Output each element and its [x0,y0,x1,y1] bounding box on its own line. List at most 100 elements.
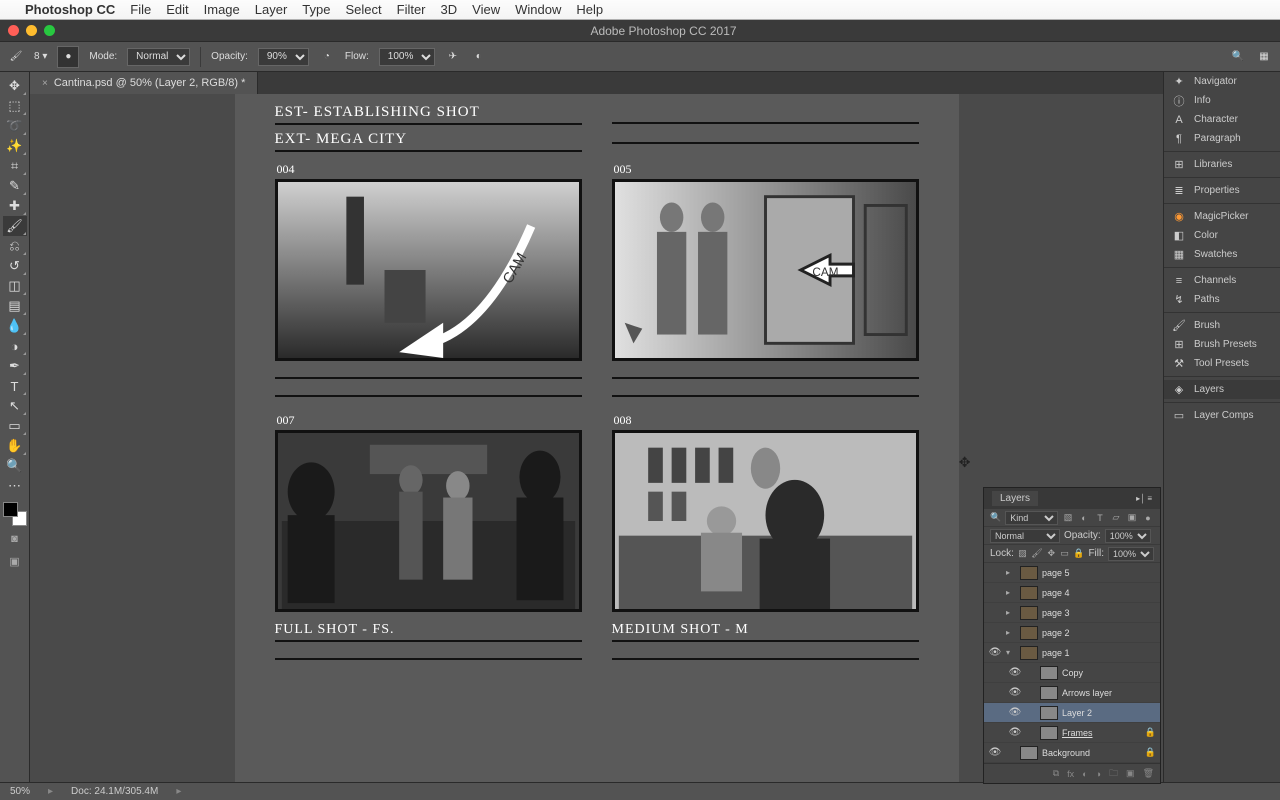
heal-tool-icon[interactable]: ✚ [3,196,27,216]
visibility-icon[interactable]: 👁 [1008,707,1022,718]
menu-window[interactable]: Window [515,2,561,17]
blur-tool-icon[interactable]: 💧 [3,316,27,336]
expand-icon[interactable]: ▾ [1006,648,1016,657]
visibility-icon[interactable]: 👁 [1008,727,1022,738]
panel-properties[interactable]: ≣Properties [1164,181,1280,200]
doc-info[interactable]: Doc: 24.1M/305.4M [71,786,158,797]
move-tool-icon[interactable]: ✥ [3,76,27,96]
layer-row[interactable]: ▸page 5 [984,563,1160,583]
screenmode-icon[interactable]: ▣ [3,552,27,570]
expand-icon[interactable]: ▸ [1006,588,1016,597]
menu-3d[interactable]: 3D [441,2,458,17]
path-tool-icon[interactable]: ↖ [3,396,27,416]
panel-layer-comps[interactable]: ▭Layer Comps [1164,406,1280,425]
brush-size-dropdown[interactable]: 8 ▾ [34,51,47,62]
panel-layers[interactable]: ◈Layers [1164,380,1280,399]
filter-toggle-icon[interactable]: ● [1142,512,1154,524]
layers-panel-header[interactable]: Layers ▸│ ≡ [984,488,1160,509]
layer-row[interactable]: 👁 Copy [984,663,1160,683]
menu-type[interactable]: Type [302,2,330,17]
close-tab-icon[interactable]: × [42,78,48,89]
panel-character[interactable]: ACharacter [1164,110,1280,129]
panel-channels[interactable]: ≡Channels [1164,271,1280,290]
pen-tool-icon[interactable]: ✒ [3,356,27,376]
expand-icon[interactable]: ▸ [1006,628,1016,637]
group-icon[interactable]: 🗀 [1109,766,1118,782]
filter-kind-select[interactable]: Kind [1005,511,1058,525]
filter-shape-icon[interactable]: ▱ [1110,512,1122,524]
layers-panel[interactable]: Layers ▸│ ≡ 🔍 Kind ▧ ◐ T ▱ ▣ ● Normal Op… [983,487,1161,784]
maximize-icon[interactable] [44,25,55,36]
panel-tool-presets[interactable]: ⚒Tool Presets [1164,354,1280,373]
marquee-tool-icon[interactable]: ⬚ [3,96,27,116]
color-swatches[interactable] [3,502,27,526]
brush-tool-icon[interactable]: 🖌 [3,216,27,236]
zoom-tool-icon[interactable]: 🔍 [3,456,27,476]
lock-artboard-icon[interactable]: ▭ [1060,548,1069,560]
panel-brush-presets[interactable]: ⊞Brush Presets [1164,335,1280,354]
fill-value-select[interactable]: 100% [1108,547,1154,561]
opacity-value-select[interactable]: 100% [1105,529,1151,543]
panel-info[interactable]: ⓘInfo [1164,91,1280,110]
crop-tool-icon[interactable]: ⌗ [3,156,27,176]
filter-type-icon[interactable]: T [1094,512,1106,524]
lock-brush-icon[interactable]: 🖌 [1031,548,1042,560]
layer-row[interactable]: ▸ page 2 [984,623,1160,643]
history-brush-tool-icon[interactable]: ↺ [3,256,27,276]
app-name[interactable]: Photoshop CC [25,2,115,17]
canvas[interactable]: EST- ESTABLISHING SHOT EXT- MEGA CITY 00… [235,94,959,782]
menu-image[interactable]: Image [204,2,240,17]
brush-tool-icon[interactable]: 🖌 [8,49,24,65]
pressure-opacity-icon[interactable]: ◔ [319,49,335,65]
airbrush-icon[interactable]: ✈ [445,49,461,65]
doc-tab[interactable]: × Cantina.psd @ 50% (Layer 2, RGB/8) * [30,72,258,94]
eyedropper-tool-icon[interactable]: ✎ [3,176,27,196]
close-icon[interactable] [8,25,19,36]
layer-fx-icon[interactable]: fx [1067,769,1074,779]
layer-name[interactable]: page 4 [1042,588,1156,598]
layer-row[interactable]: 👁Background🔒 [984,743,1160,763]
blend-mode-select[interactable]: Normal [990,529,1060,543]
layer-name[interactable]: Background [1042,748,1141,758]
layer-name[interactable]: Arrows layer [1062,688,1156,698]
edit-toolbar-icon[interactable]: ⋯ [3,476,27,496]
layer-name[interactable]: Copy [1062,668,1156,678]
panel-paragraph[interactable]: ¶Paragraph [1164,129,1280,148]
brush-preview[interactable]: ● [57,46,79,68]
layer-row[interactable]: 👁▾page 1 [984,643,1160,663]
panel-libraries[interactable]: ⊞Libraries [1164,155,1280,174]
workspace-icon[interactable]: ▦ [1256,49,1272,65]
search-icon[interactable]: 🔍 [1230,49,1246,65]
expand-icon[interactable]: ▸ [1006,608,1016,617]
layer-row[interactable]: 👁 Layer 2 [984,703,1160,723]
layer-row[interactable]: 👁Frames🔒 [984,723,1160,743]
link-layers-icon[interactable]: ⧉ [1053,768,1059,779]
panel-brush[interactable]: 🖌Brush [1164,316,1280,335]
delete-layer-icon[interactable]: 🗑 [1143,768,1154,779]
wand-tool-icon[interactable]: ✨ [3,136,27,156]
eraser-tool-icon[interactable]: ◫ [3,276,27,296]
menu-help[interactable]: Help [576,2,603,17]
quickmask-icon[interactable]: ◙ [3,530,27,548]
opacity-select[interactable]: 90% [258,48,309,66]
menu-select[interactable]: Select [345,2,381,17]
visibility-icon[interactable]: 👁 [988,647,1002,658]
panel-paths[interactable]: ↯Paths [1164,290,1280,309]
filter-smart-icon[interactable]: ▣ [1126,512,1138,524]
visibility-icon[interactable]: 👁 [1008,667,1022,678]
layer-mask-icon[interactable]: ◐ [1082,769,1087,779]
dodge-tool-icon[interactable]: ◑ [3,336,27,356]
layer-name[interactable]: Layer 2 [1062,708,1156,718]
shape-tool-icon[interactable]: ▭ [3,416,27,436]
menu-layer[interactable]: Layer [255,2,288,17]
flow-select[interactable]: 100% [379,48,435,66]
layer-name[interactable]: page 2 [1042,628,1156,638]
menu-file[interactable]: File [130,2,151,17]
minimize-icon[interactable] [26,25,37,36]
stamp-tool-icon[interactable]: ⎌ [3,236,27,256]
panel-swatches[interactable]: ▦Swatches [1164,245,1280,264]
mac-menubar[interactable]: Photoshop CC File Edit Image Layer Type … [0,0,1280,20]
chevron-right-icon[interactable]: ▸ [48,786,53,797]
collapse-icon[interactable]: ▸│ ≡ [1136,494,1152,503]
layer-name[interactable]: Frames [1062,728,1141,738]
